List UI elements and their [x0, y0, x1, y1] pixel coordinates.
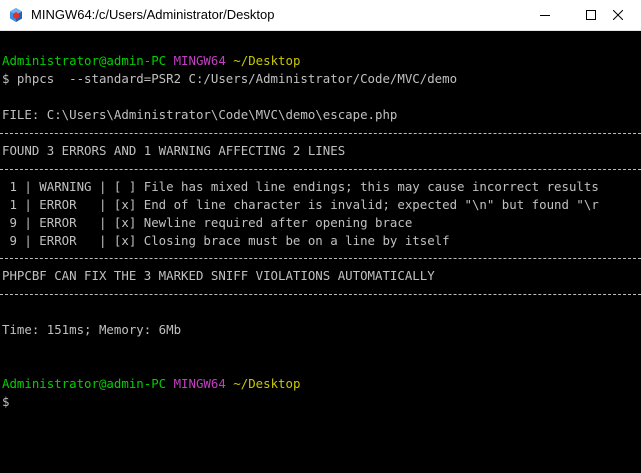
prompt-line: Administrator@admin-PC MINGW64 ~/Desktop [2, 52, 300, 70]
close-button[interactable] [595, 0, 641, 30]
mingw-terminal-icon [8, 7, 24, 23]
prompt-user-host: Administrator@admin-PC [2, 376, 167, 391]
violation-row: 9 | ERROR | [x] Closing brace must be on… [2, 233, 450, 248]
violation-row: 1 | WARNING | [ ] File has mixed line en… [2, 179, 599, 194]
window-title: MINGW64:/c/Users/Administrator/Desktop [31, 7, 275, 22]
minimize-icon [540, 10, 550, 20]
divider [0, 169, 641, 170]
cursor-prompt[interactable]: $ [2, 393, 9, 411]
violation-row: 1 | ERROR | [x] End of line character is… [2, 197, 599, 212]
prompt-cwd: ~/Desktop [233, 376, 301, 391]
terminal-window: MINGW64:/c/Users/Administrator/Desktop A… [0, 0, 641, 473]
terminal-output[interactable]: Administrator@admin-PC MINGW64 ~/Desktop… [0, 31, 641, 473]
minimize-button[interactable] [522, 0, 568, 30]
command-line: $ phpcs --standard=PSR2 C:/Users/Adminis… [2, 71, 458, 86]
prompt-user-host: Administrator@admin-PC [2, 53, 167, 68]
prompt-env: MINGW64 [173, 53, 226, 68]
close-icon [613, 10, 623, 20]
prompt-env: MINGW64 [173, 376, 226, 391]
summary-line: FOUND 3 ERRORS AND 1 WARNING AFFECTING 2… [2, 143, 346, 158]
violation-row: 9 | ERROR | [x] Newline required after o… [2, 215, 413, 230]
divider [0, 258, 641, 259]
phpcbf-fix-line: PHPCBF CAN FIX THE 3 MARKED SNIFF VIOLAT… [2, 268, 435, 283]
file-path-line: FILE: C:\Users\Administrator\Code\MVC\de… [2, 107, 398, 122]
prompt-cwd: ~/Desktop [233, 53, 301, 68]
prompt-line: Administrator@admin-PC MINGW64 ~/Desktop [2, 375, 300, 393]
timing-line: Time: 151ms; Memory: 6Mb [2, 322, 182, 337]
divider [0, 133, 641, 134]
title-bar[interactable]: MINGW64:/c/Users/Administrator/Desktop [0, 0, 641, 31]
divider [0, 294, 641, 295]
